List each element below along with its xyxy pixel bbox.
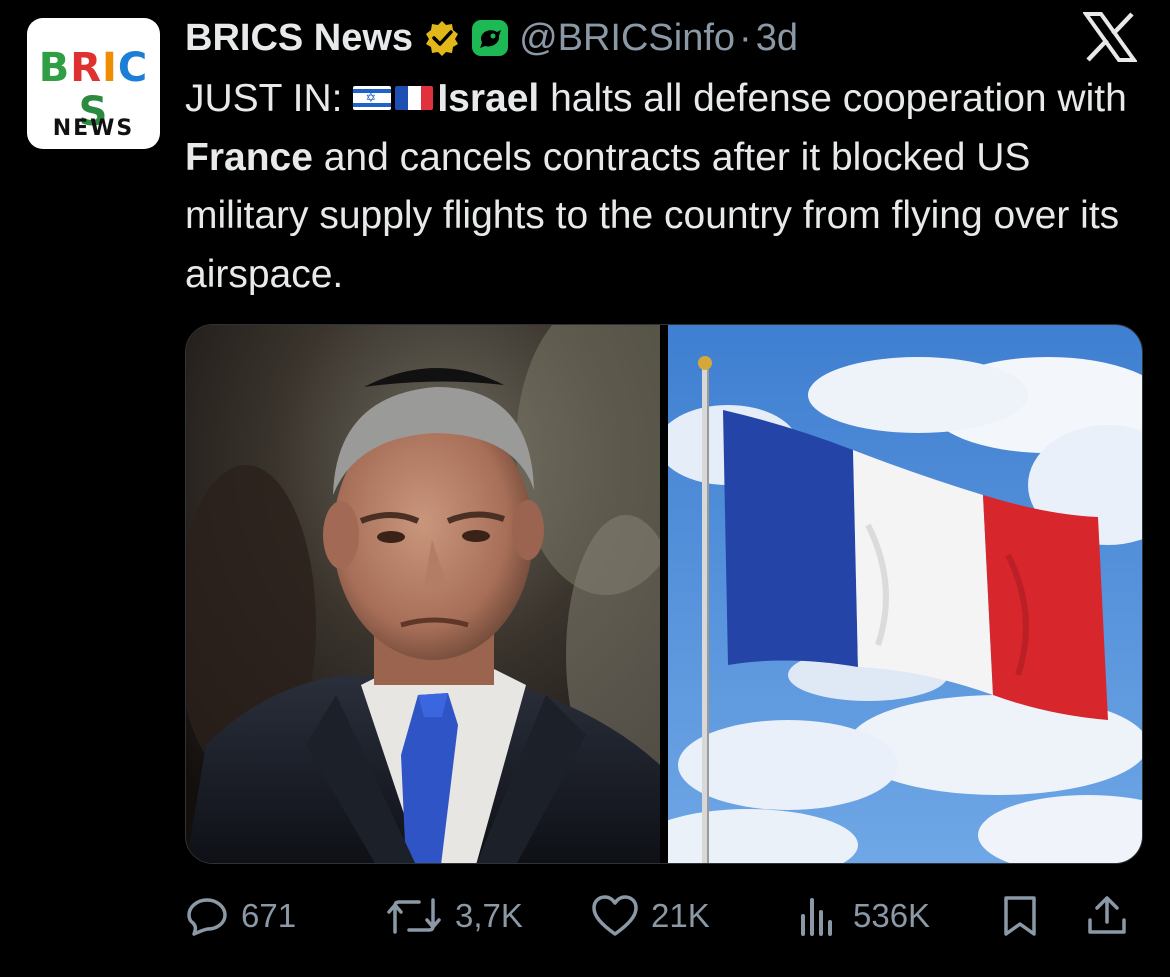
verified-badge-icon[interactable] bbox=[423, 19, 461, 57]
views-icon bbox=[797, 894, 841, 938]
israel-flag-icon: ✡ bbox=[353, 86, 392, 110]
views-count: 536K bbox=[853, 897, 931, 934]
affiliate-badge-icon[interactable] bbox=[471, 19, 509, 57]
reply-count: 671 bbox=[241, 897, 297, 934]
photo-politician[interactable] bbox=[186, 325, 660, 864]
photo-french-flag[interactable] bbox=[668, 325, 1143, 864]
handle[interactable]: @BRICSinfo bbox=[519, 17, 735, 60]
avatar[interactable]: BRICS NEWS bbox=[27, 18, 160, 149]
heart-icon bbox=[591, 894, 639, 938]
share-icon bbox=[1085, 894, 1129, 938]
views-button[interactable]: 536K bbox=[797, 888, 930, 944]
reply-button[interactable]: 671 bbox=[185, 888, 296, 944]
bookmark-icon bbox=[1000, 894, 1040, 938]
tweet-header: BRICS News @BRICSinfo · 3d bbox=[185, 10, 798, 66]
tweet-prefix: JUST IN: bbox=[185, 77, 343, 120]
like-button[interactable]: 21K bbox=[591, 888, 710, 944]
avatar-subtitle: NEWS bbox=[52, 116, 135, 141]
action-bar: 671 3,7K 21K 536K bbox=[185, 888, 1145, 944]
repost-count: 3,7K bbox=[455, 897, 523, 934]
like-count: 21K bbox=[651, 897, 710, 934]
media-grid[interactable] bbox=[185, 324, 1143, 864]
media-divider bbox=[660, 325, 668, 863]
tweet-part1: halts all defense cooperation with bbox=[539, 77, 1127, 120]
timestamp[interactable]: 3d bbox=[756, 17, 798, 60]
tweet-part2: and cancels contracts after it blocked U… bbox=[185, 135, 1120, 296]
tweet-subject: Israel bbox=[437, 77, 540, 120]
tweet: BRICS NEWS BRICS News @BRICSinfo · 3d JU… bbox=[0, 0, 1170, 977]
tweet-object: France bbox=[185, 135, 313, 179]
separator-dot: · bbox=[739, 16, 752, 59]
share-button[interactable] bbox=[1085, 888, 1129, 944]
tweet-text: JUST IN: ✡ Israel halts all defense coope… bbox=[185, 70, 1150, 304]
reply-icon bbox=[185, 894, 229, 938]
display-name[interactable]: BRICS News bbox=[185, 17, 413, 60]
france-flag-icon bbox=[395, 86, 434, 110]
repost-icon bbox=[385, 894, 443, 938]
repost-button[interactable]: 3,7K bbox=[385, 888, 523, 944]
x-logo-icon[interactable] bbox=[1082, 12, 1138, 62]
bookmark-button[interactable] bbox=[1000, 888, 1040, 944]
